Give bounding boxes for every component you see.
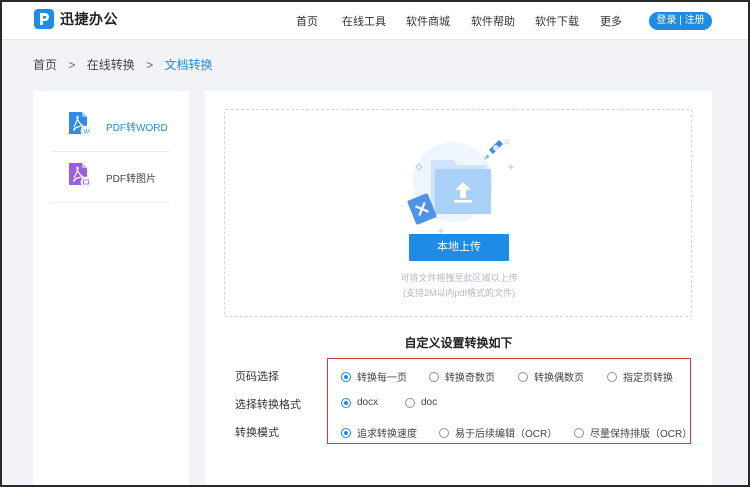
radio-format-docx[interactable]: docx xyxy=(341,397,378,408)
option-label: 转换偶数页 xyxy=(534,373,584,384)
local-upload-button[interactable]: 本地上传 xyxy=(409,234,509,261)
nav-home[interactable]: 首页 xyxy=(296,13,318,29)
nav-software-store[interactable]: 软件商城 xyxy=(406,13,450,29)
breadcrumb-separator: > xyxy=(146,58,154,72)
settings-title: 自定义设置转换如下 xyxy=(404,336,513,350)
convert-mode-label: 转换模式 xyxy=(235,427,279,439)
breadcrumb-online-convert[interactable]: 在线转换 xyxy=(87,58,135,72)
radio-button xyxy=(607,371,617,382)
breadcrumb-separator: > xyxy=(68,58,76,72)
radio-button-checked xyxy=(341,397,351,408)
logo-text: 迅捷办公 xyxy=(60,11,118,27)
radio-specified-pages[interactable]: 指定页转换 xyxy=(607,369,673,384)
logo[interactable]: 迅捷办公 xyxy=(34,9,118,29)
pdf-to-image-icon xyxy=(69,163,92,188)
radio-even-pages[interactable]: 转换偶数页 xyxy=(518,369,584,384)
breadcrumb-home[interactable]: 首页 xyxy=(33,58,57,72)
sidebar-item-label: PDF转WORD xyxy=(106,123,168,134)
option-label: 指定页转换 xyxy=(623,373,673,384)
breadcrumb-current: 文档转换 xyxy=(164,58,213,72)
breadcrumb: 首页 > 在线转换 > 文档转换 xyxy=(33,56,220,73)
login-register-button[interactable]: 登录 | 注册 xyxy=(649,12,712,30)
logo-mark-icon xyxy=(34,9,54,29)
nav-software-help[interactable]: 软件帮助 xyxy=(471,13,515,29)
radio-button xyxy=(518,371,528,382)
upload-format-hint: (支持2M以内pdf格式的文件) xyxy=(402,288,515,298)
radio-button xyxy=(439,427,449,438)
option-label: docx xyxy=(357,397,379,408)
sidebar-item-label: PDF转图片 xyxy=(106,174,156,185)
radio-button-checked xyxy=(341,427,351,438)
options-highlight-box: 转换每一页 转换奇数页 转换偶数页 指定页转换 docx doc 追求转换速度 xyxy=(327,358,692,444)
radio-mode-layout-ocr[interactable]: 尽量保持排版（OCR） xyxy=(574,425,692,440)
nav-more[interactable]: 更多 xyxy=(600,13,622,29)
sidebar-item-pdf-to-word[interactable]: W PDF转WORD xyxy=(51,101,169,152)
svg-text:W: W xyxy=(84,130,90,136)
option-label: 尽量保持排版（OCR） xyxy=(590,429,693,440)
sidebar-item-pdf-to-image[interactable]: PDF转图片 xyxy=(51,152,169,203)
upload-dropzone[interactable]: 本地上传 可将文件拖拽至此区域以上传 (支持2M以内pdf格式的文件) xyxy=(224,109,692,317)
option-label: doc xyxy=(421,397,438,408)
upload-hint: 可将文件拖拽至此区域以上传 xyxy=(400,273,518,283)
main-panel: 本地上传 可将文件拖拽至此区域以上传 (支持2M以内pdf格式的文件) 自定义设… xyxy=(205,91,712,487)
pdf-to-word-icon: W xyxy=(69,112,92,137)
option-label: 转换每一页 xyxy=(357,373,407,384)
radio-button-checked xyxy=(341,371,351,382)
page-selection-label: 页码选择 xyxy=(235,371,279,383)
nav-software-download[interactable]: 软件下载 xyxy=(535,13,579,29)
sidebar: W PDF转WORD PDF转图片 xyxy=(33,91,189,487)
option-label: 转换奇数页 xyxy=(445,373,495,384)
radio-button xyxy=(429,371,439,382)
top-header: 迅捷办公 首页 在线工具 软件商城 软件帮助 软件下载 更多 登录 | 注册 xyxy=(0,0,750,40)
radio-mode-speed[interactable]: 追求转换速度 xyxy=(341,425,417,440)
upload-illustration-icon xyxy=(395,136,525,236)
option-label: 追求转换速度 xyxy=(357,429,417,440)
radio-format-doc[interactable]: doc xyxy=(405,397,437,408)
format-selection-label: 选择转换格式 xyxy=(235,399,301,411)
nav-online-tools[interactable]: 在线工具 xyxy=(342,13,386,29)
radio-button xyxy=(405,397,415,408)
option-label: 易于后续编辑（OCR） xyxy=(455,429,558,440)
radio-button xyxy=(574,427,584,438)
radio-mode-editable-ocr[interactable]: 易于后续编辑（OCR） xyxy=(439,425,557,440)
radio-every-page[interactable]: 转换每一页 xyxy=(341,369,407,384)
radio-odd-pages[interactable]: 转换奇数页 xyxy=(429,369,495,384)
